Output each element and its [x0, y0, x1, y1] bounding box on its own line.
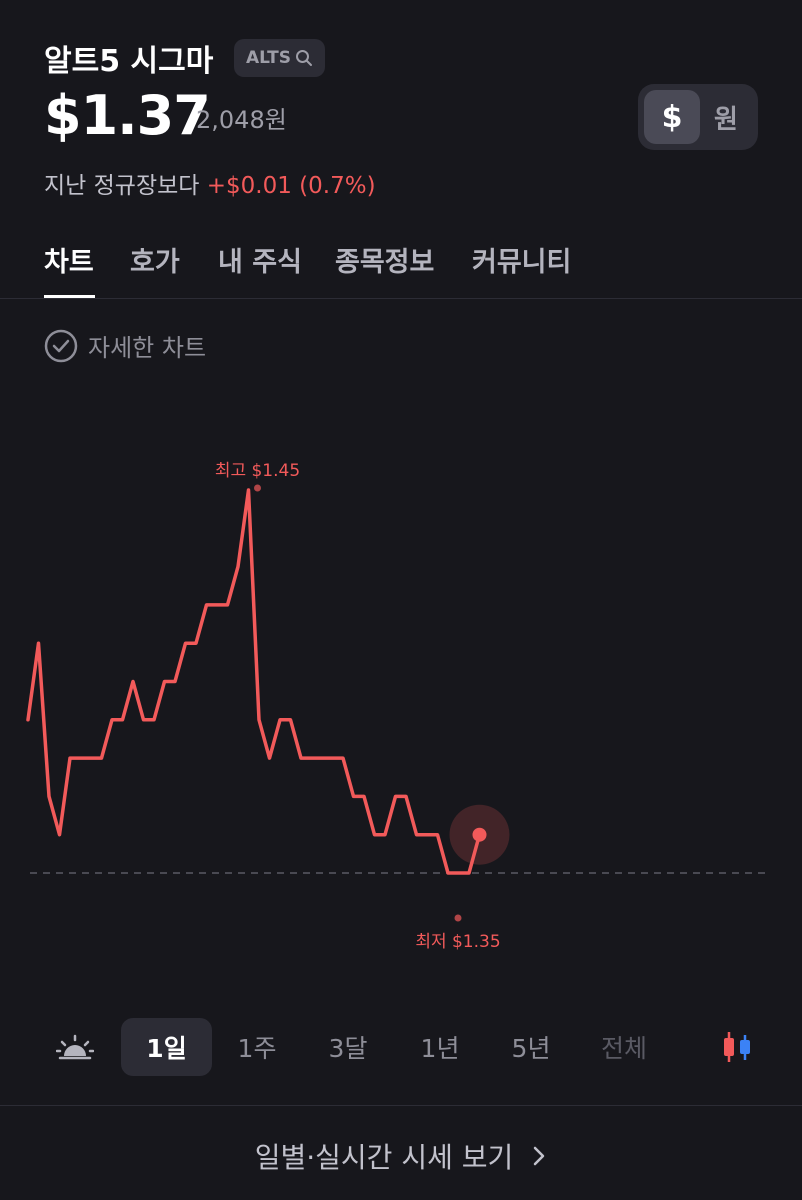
currency-usd-button[interactable]: $	[644, 90, 700, 144]
price-line	[26, 488, 482, 875]
currency-krw-button[interactable]: 원	[700, 90, 752, 144]
sun-icon	[56, 1034, 94, 1060]
chevron-right-icon	[534, 1146, 545, 1166]
tab-community[interactable]: 커뮤니티	[472, 240, 571, 279]
ticker-symbol: ALTS	[246, 48, 292, 68]
high-marker	[254, 484, 261, 492]
change-label: 지난 정규장보다	[44, 173, 200, 199]
range-1d[interactable]: 1일	[121, 1018, 212, 1076]
current-point	[472, 827, 487, 842]
tab-orderbook[interactable]: 호가	[130, 240, 180, 279]
currency-toggle[interactable]: $ 원	[638, 84, 758, 150]
price-krw: 2,048원	[196, 106, 287, 134]
change-value: +$0.01 (0.7%)	[206, 173, 376, 199]
tab-stock-info[interactable]: 종목정보	[335, 240, 434, 279]
candlestick-icon	[724, 1032, 750, 1062]
active-tab-indicator	[44, 295, 95, 298]
tab-bar: 차트 호가 내 주식 종목정보 커뮤니티	[0, 236, 802, 299]
range-all[interactable]: 전체	[586, 1018, 662, 1076]
divider	[0, 1105, 802, 1106]
check-circle-icon	[44, 329, 78, 362]
current-price: $1.37	[44, 84, 211, 147]
daily-realtime-quotes-link[interactable]: 일별·실시간 시세 보기	[0, 1136, 802, 1176]
price-change: 지난 정규장보다 +$0.01 (0.7%)	[44, 166, 376, 200]
detail-chart-toggle[interactable]: 자세한 차트	[44, 328, 206, 363]
tab-chart[interactable]: 차트	[44, 240, 94, 279]
low-label: 최저 $1.35	[415, 932, 500, 952]
range-selector: 1일 1주 3달 1년 5년 전체	[0, 1018, 802, 1076]
range-3m[interactable]: 3달	[313, 1018, 383, 1076]
footer-link-label: 일별·실시간 시세 보기	[254, 1141, 514, 1174]
price-chart[interactable]: 최고 $1.45 최저 $1.35	[0, 380, 802, 980]
low-marker	[454, 914, 462, 922]
range-1w[interactable]: 1주	[222, 1018, 292, 1076]
range-5y[interactable]: 5년	[496, 1018, 566, 1076]
ticker-badge[interactable]: ALTS	[234, 39, 326, 77]
stock-name: 알트5 시그마	[44, 44, 214, 79]
range-1y[interactable]: 1년	[405, 1018, 475, 1076]
detail-chart-label: 자세한 차트	[88, 334, 207, 362]
premarket-sun-icon[interactable]	[52, 1018, 98, 1076]
search-icon	[296, 50, 313, 66]
high-label: 최고 $1.45	[215, 461, 300, 481]
candlestick-toggle[interactable]	[714, 1018, 760, 1076]
tab-my-stock[interactable]: 내 주식	[218, 240, 302, 279]
